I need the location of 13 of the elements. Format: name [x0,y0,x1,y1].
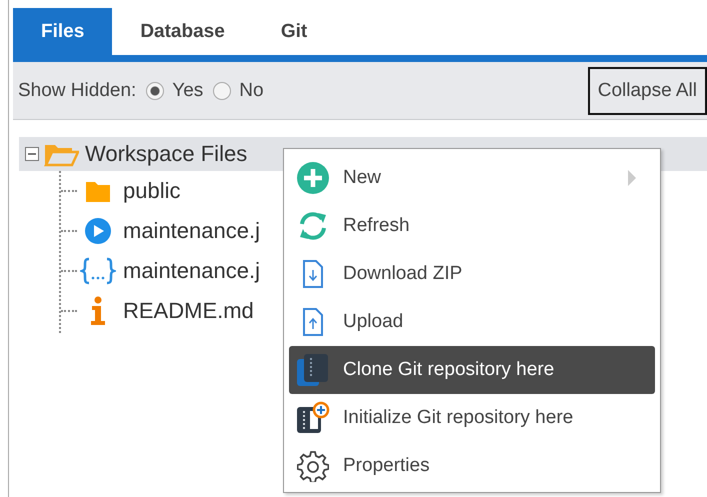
menu-label: Properties [343,455,431,477]
menu-label: Download ZIP [343,263,464,285]
tree-label: maintenance.j [123,218,260,244]
menu-label: Upload [343,311,404,333]
tree-label: Workspace Files [85,141,248,167]
show-hidden-label: Show Hidden: [18,80,136,102]
menu-label: New [343,167,382,189]
tree-label: maintenance.j [123,258,260,284]
tree-label: public [123,178,180,204]
menu-label: Clone Git repository here [343,359,556,381]
menu-label: Refresh [343,215,411,237]
menu-label: Initialize Git repository here [343,407,574,429]
tree-label: README.md [123,298,254,324]
